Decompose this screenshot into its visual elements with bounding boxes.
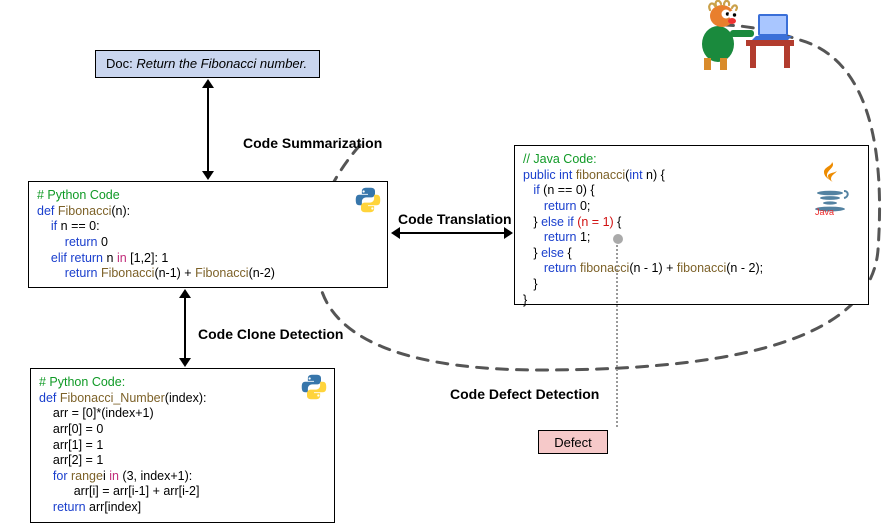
task-clone-label: Code Clone Detection (198, 326, 343, 342)
dotted-defect-line (616, 237, 618, 427)
defect-box: Defect (538, 430, 608, 454)
python-code-box-2: # Python Code: def Fibonacci_Number(inde… (30, 368, 335, 523)
svg-text:Java: Java (815, 207, 834, 215)
doc-prefix: Doc: (106, 56, 136, 71)
task-defect-label: Code Defect Detection (450, 386, 599, 402)
python-logo-icon (300, 373, 328, 406)
python-code-box-1: # Python Code def Fibonacci(n): if n == … (28, 181, 388, 288)
arrow-summarization (207, 88, 209, 171)
cartoon-person-at-laptop-icon (680, 0, 800, 77)
task-summarization-label: Code Summarization (243, 135, 382, 151)
doc-text: Return the Fibonacci number. (136, 56, 307, 71)
task-translation-label: Code Translation (398, 211, 512, 227)
python-logo-icon (354, 186, 382, 219)
java-logo-icon: Java (808, 160, 856, 220)
arrow-translation (400, 232, 504, 234)
arrow-clone (184, 298, 186, 358)
defect-label: Defect (554, 435, 592, 450)
doc-box: Doc: Return the Fibonacci number. (95, 50, 320, 78)
